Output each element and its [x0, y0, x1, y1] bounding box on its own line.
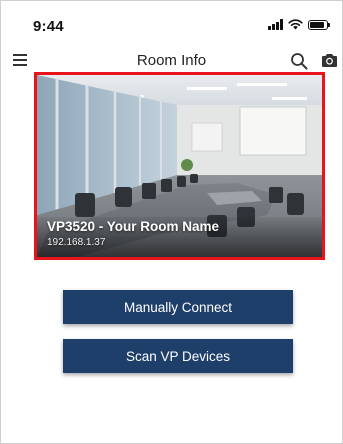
search-icon[interactable] [290, 52, 308, 70]
status-icons [268, 19, 330, 30]
app-header: Room Info [1, 45, 342, 75]
manually-connect-button[interactable]: Manually Connect [63, 290, 293, 324]
signal-icon [268, 19, 283, 30]
status-time: 9:44 [33, 18, 64, 35]
scan-vp-devices-button[interactable]: Scan VP Devices [63, 339, 293, 373]
battery-icon [308, 19, 330, 30]
room-name: VP3520 - Your Room Name [47, 219, 220, 234]
camera-icon[interactable] [321, 53, 338, 68]
room-card[interactable]: VP3520 - Your Room Name 192.168.1.37 [34, 72, 325, 260]
app-screen: 9:44 Room Info VP3520 - Your Room Name 1… [0, 0, 343, 444]
wifi-icon [288, 19, 303, 30]
room-ip-address: 192.168.1.37 [47, 237, 106, 248]
status-bar: 9:44 [1, 1, 342, 41]
